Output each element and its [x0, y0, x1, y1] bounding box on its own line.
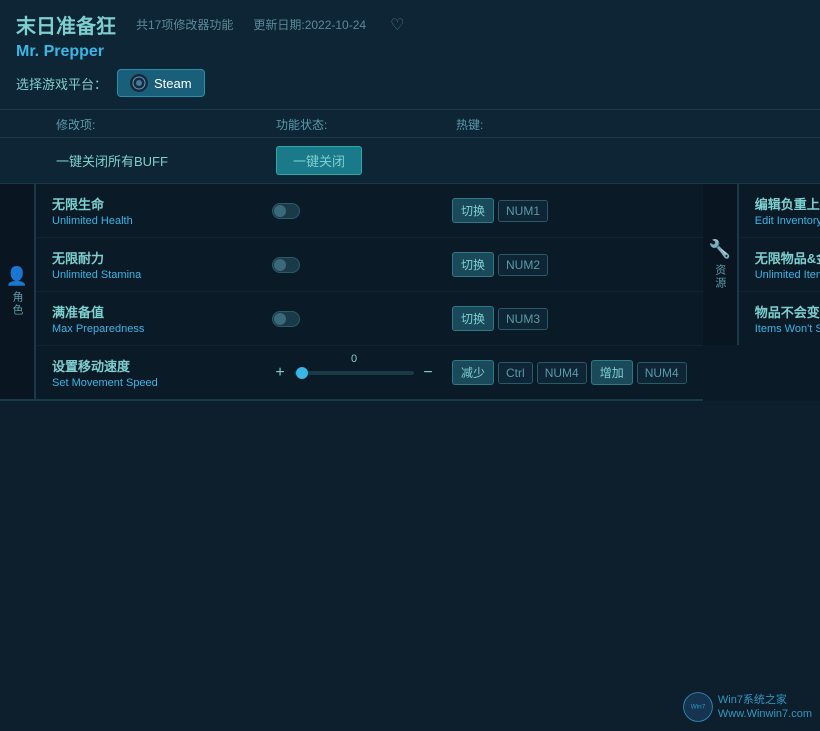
- toggle-stamina[interactable]: [272, 257, 300, 273]
- platform-label: 选择游戏平台：: [16, 74, 107, 93]
- list-item: 满准备值 Max Preparedness 切换 NUM3: [36, 292, 703, 346]
- mod-name-col: 设置移动速度 Set Movement Speed: [52, 356, 272, 389]
- hotkey-toggle-btn[interactable]: 切换: [452, 198, 494, 223]
- hotkey-ctrl-key[interactable]: Ctrl: [498, 362, 533, 384]
- mod-status-col: + 0 −: [272, 364, 452, 382]
- slider-minus-icon[interactable]: −: [420, 364, 436, 382]
- list-item: 无限物品&金钱 Unlimited Items & Money 切换 NUM6: [739, 238, 820, 292]
- mod-name-en: Unlimited Health: [52, 215, 272, 227]
- update-date: 更新日期:2022-10-24: [253, 16, 366, 33]
- character-tab-label: 角色: [9, 291, 25, 317]
- character-items: 无限生命 Unlimited Health 切换 NUM1 无限耐力: [36, 184, 703, 399]
- list-item: 设置移动速度 Set Movement Speed + 0 −: [36, 346, 703, 399]
- toggle-preparedness[interactable]: [272, 311, 300, 327]
- steam-logo-icon: [130, 74, 148, 92]
- game-name: Mr. Prepper: [16, 43, 804, 61]
- hotkey-num2-key[interactable]: NUM2: [498, 254, 548, 276]
- hotkey-toggle-btn[interactable]: 切换: [452, 252, 494, 277]
- mod-hotkey-col: 切换 NUM3: [452, 306, 548, 331]
- watermark: Win7 Win7系统之家 Www.Winwin7.com: [682, 691, 812, 723]
- speed-slider[interactable]: 0: [294, 371, 414, 375]
- watermark-inner: Win7 Win7系统之家 Www.Winwin7.com: [682, 691, 812, 723]
- mod-name-zh: 物品不会变质: [755, 302, 820, 321]
- hotkey-decrease-btn[interactable]: 减少: [452, 360, 494, 385]
- steam-label: Steam: [154, 76, 192, 91]
- mod-name-col: 满准备值 Max Preparedness: [52, 302, 272, 335]
- mod-name-en: Set Movement Speed: [52, 377, 272, 389]
- list-item: 编辑负重上限 ★ Edit Inventory Capacity + 100: [739, 184, 820, 238]
- win7-logo-icon: Win7: [682, 691, 714, 723]
- resources-tab-label: 资源: [712, 264, 728, 290]
- mod-status-col: [272, 203, 452, 219]
- mod-hotkey-col: 切换 NUM1: [452, 198, 548, 223]
- hotkey-num3-key[interactable]: NUM3: [498, 308, 548, 330]
- mod-name-col: 无限物品&金钱 Unlimited Items & Money: [755, 248, 820, 281]
- mod-name-zh: 无限耐力: [52, 248, 272, 267]
- header-top: 末日准备狂 共17项修改器功能 更新日期:2022-10-24 ♡: [16, 10, 804, 39]
- mod-hotkey-col: 减少 Ctrl NUM4 增加 NUM4: [452, 360, 687, 385]
- app-title: 末日准备狂: [16, 10, 116, 39]
- mod-count: 共17项修改器功能: [136, 16, 233, 33]
- watermark-text: Win7系统之家 Www.Winwin7.com: [718, 693, 812, 722]
- heart-icon[interactable]: ♡: [390, 15, 404, 35]
- character-section: 👤 角色 无限生命 Unlimited Health 切换 NUM1: [0, 184, 703, 399]
- slider-thumb[interactable]: [296, 367, 308, 379]
- col-hotkey-header: 热键:: [456, 116, 483, 133]
- steam-button[interactable]: Steam: [117, 69, 205, 97]
- column-headers: 修改项: 功能状态: 热键:: [0, 110, 820, 138]
- mod-name-col: 无限耐力 Unlimited Stamina: [52, 248, 272, 281]
- close-all-buff-button[interactable]: 一键关闭: [276, 146, 362, 175]
- platform-row: 选择游戏平台： Steam: [16, 69, 804, 97]
- list-item: 物品不会变质 Items Won't Spoil 切换 NUM7: [739, 292, 820, 345]
- mod-name-zh: 无限物品&金钱: [755, 248, 820, 267]
- header: 末日准备狂 共17项修改器功能 更新日期:2022-10-24 ♡ Mr. Pr…: [0, 0, 820, 110]
- mod-name-col: 物品不会变质 Items Won't Spoil: [755, 302, 820, 335]
- resources-items: 编辑负重上限 ★ Edit Inventory Capacity + 100: [739, 184, 820, 345]
- hotkey-num4-inc-key[interactable]: NUM4: [637, 362, 687, 384]
- mod-name-zh: 满准备值: [52, 302, 272, 321]
- character-icon: 👤: [6, 266, 28, 287]
- list-item: 无限生命 Unlimited Health 切换 NUM1: [36, 184, 703, 238]
- slider-row: + 0 −: [272, 364, 452, 382]
- hotkey-increase-btn[interactable]: 增加: [591, 360, 633, 385]
- buff-label: 一键关闭所有BUFF: [56, 151, 276, 170]
- buff-row: 一键关闭所有BUFF 一键关闭: [0, 138, 820, 184]
- mod-name-en: Max Preparedness: [52, 323, 272, 335]
- mod-name-zh: 无限生命: [52, 194, 272, 213]
- mod-name-en: Edit Inventory Capacity: [755, 215, 820, 227]
- slider-value: 0: [351, 353, 357, 365]
- character-tab: 👤 角色: [0, 184, 36, 399]
- slider-plus-icon[interactable]: +: [272, 364, 288, 382]
- mod-name-zh: 设置移动速度: [52, 356, 272, 375]
- hotkey-toggle-btn[interactable]: 切换: [452, 306, 494, 331]
- hotkey-num1-key[interactable]: NUM1: [498, 200, 548, 222]
- col-status-header: 功能状态:: [276, 116, 456, 133]
- main-content: 👤 角色 无限生命 Unlimited Health 切换 NUM1: [0, 184, 820, 401]
- resources-section: 🔧 资源 编辑负重上限 ★ Edit Inventory Capacity: [703, 184, 820, 345]
- toggle-health[interactable]: [272, 203, 300, 219]
- mod-name-en: Unlimited Stamina: [52, 269, 272, 281]
- mod-name-col: 编辑负重上限 ★ Edit Inventory Capacity: [755, 194, 820, 227]
- svg-text:Win7: Win7: [691, 704, 706, 711]
- mod-hotkey-col: 切换 NUM2: [452, 252, 548, 277]
- hotkey-num4-dec-key[interactable]: NUM4: [537, 362, 587, 384]
- list-item: 无限耐力 Unlimited Stamina 切换 NUM2: [36, 238, 703, 292]
- resources-tab: 🔧 资源: [703, 184, 739, 345]
- mod-status-col: [272, 311, 452, 327]
- mod-name-en: Unlimited Items & Money: [755, 269, 820, 281]
- mod-name-col: 无限生命 Unlimited Health: [52, 194, 272, 227]
- mod-name-zh: 编辑负重上限 ★: [755, 194, 820, 213]
- mod-status-col: [272, 257, 452, 273]
- mod-name-en: Items Won't Spoil: [755, 323, 820, 335]
- resources-icon: 🔧: [709, 239, 731, 260]
- col-mod-header: 修改项:: [56, 116, 276, 133]
